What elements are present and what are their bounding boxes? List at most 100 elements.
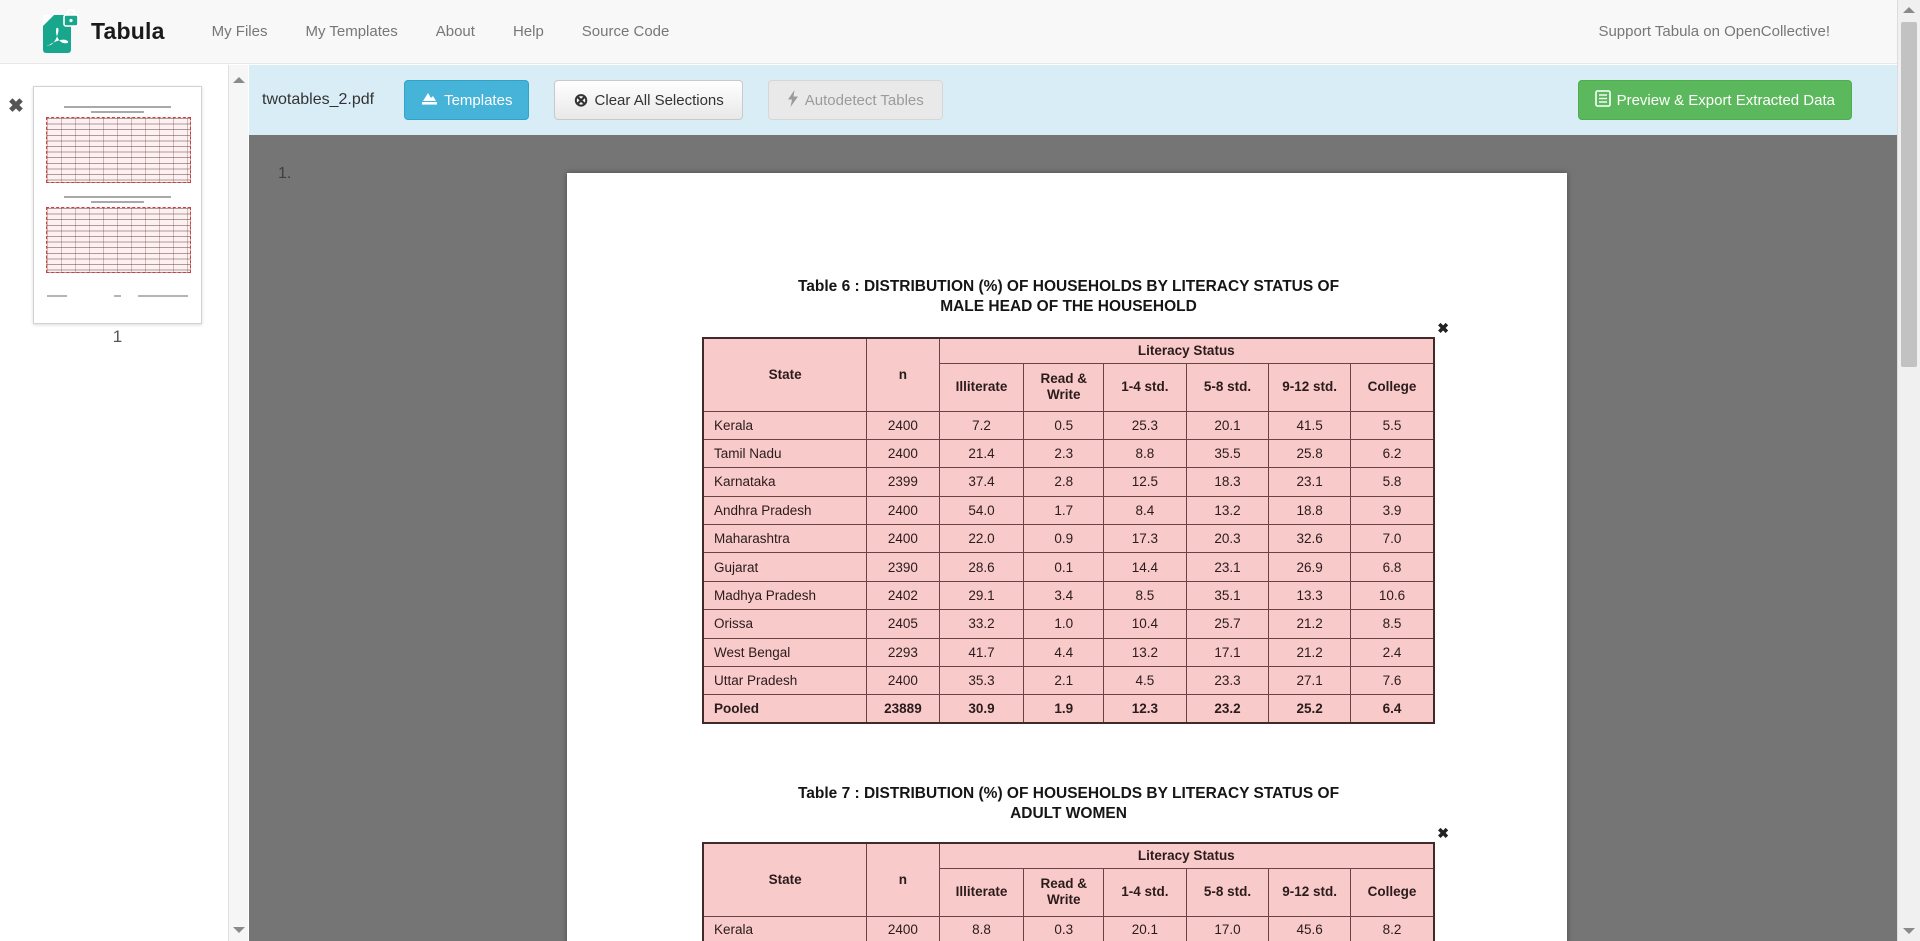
table-cell: Tamil Nadu [703, 439, 867, 467]
table-cell: 22.0 [939, 525, 1024, 553]
table-cell: 23.2 [1186, 695, 1269, 723]
nav-item-my-templates[interactable]: My Templates [286, 23, 416, 40]
table-cell: 8.8 [939, 916, 1024, 941]
table-cell: 2400 [867, 525, 939, 553]
table-cell: 26.9 [1269, 553, 1351, 581]
table-cell: Madhya Pradesh [703, 581, 867, 609]
thumb-title-line [91, 201, 144, 203]
page-scrollbar[interactable] [1897, 0, 1920, 941]
table-cell: 41.7 [939, 638, 1024, 666]
table6-selection-close-icon[interactable]: ✖ [1437, 320, 1449, 337]
support-link[interactable]: Support Tabula on OpenCollective! [1598, 23, 1830, 40]
table-header-cell: 1-4 std. [1104, 363, 1187, 411]
templates-button-label: Templates [444, 92, 512, 109]
pdf-data-table: StatenLiteracy StatusIlliterateRead &Wri… [702, 337, 1435, 724]
preview-export-button[interactable]: Preview & Export Extracted Data [1578, 80, 1852, 120]
nav-item-about[interactable]: About [417, 23, 494, 40]
table-cell: 25.7 [1186, 610, 1269, 638]
table-cell: 18.3 [1186, 468, 1269, 496]
brand-title: Tabula [91, 18, 165, 45]
table-cell: 8.8 [1104, 439, 1187, 467]
table-cell: 25.8 [1269, 439, 1351, 467]
tabula-logo-icon [40, 9, 80, 55]
table7-title-line2: ADULT WOMEN [702, 804, 1435, 824]
table-row: Pooled2388930.91.912.323.225.26.4 [703, 695, 1434, 723]
table-cell: 29.1 [939, 581, 1024, 609]
table-header-cell: 9-12 std. [1269, 363, 1351, 411]
table-cell: 6.2 [1351, 439, 1434, 467]
table-cell: 8.5 [1104, 581, 1187, 609]
clear-all-selections-button[interactable]: ⊗ Clear All Selections [554, 80, 742, 120]
templates-button[interactable]: Templates [404, 80, 529, 120]
nav-links: My Files My Templates About Help Source … [193, 23, 689, 40]
thumbnail-sidebar: ✖ 1 [0, 65, 228, 941]
scroll-up-icon[interactable] [233, 77, 245, 83]
table-cell: 12.3 [1104, 695, 1187, 723]
pdf-data-table: StatenLiteracy StatusIlliterateRead &Wri… [702, 842, 1435, 941]
export-table-icon [1595, 90, 1611, 111]
table-cell: 23.1 [1186, 553, 1269, 581]
table-cell: Karnataka [703, 468, 867, 496]
table-cell: 32.6 [1269, 525, 1351, 553]
thumb-footer-mark [114, 295, 121, 297]
clear-selections-icon: ⊗ [573, 91, 588, 109]
table-cell: 35.3 [939, 667, 1024, 695]
table-cell: 17.3 [1104, 525, 1187, 553]
table-row: West Bengal229341.74.413.217.121.22.4 [703, 638, 1434, 666]
table-header-cell: 9-12 std. [1269, 868, 1351, 916]
table-cell: Orissa [703, 610, 867, 638]
pdf-canvas[interactable]: 1. Table 6 : DISTRIBUTION (%) OF HOUSEHO… [249, 135, 1897, 941]
table-cell: 10.6 [1351, 581, 1434, 609]
table7-selection[interactable]: ✖ StatenLiteracy StatusIlliterateRead &W… [702, 842, 1435, 941]
table-cell: 8.2 [1351, 916, 1434, 941]
scrollbar-thumb[interactable] [1901, 22, 1917, 367]
table-row: Gujarat239028.60.114.423.126.96.8 [703, 553, 1434, 581]
scroll-down-icon[interactable] [1903, 928, 1915, 934]
table-row: Maharashtra240022.00.917.320.332.67.0 [703, 525, 1434, 553]
pdf-page[interactable]: Table 6 : DISTRIBUTION (%) OF HOUSEHOLDS… [567, 173, 1567, 941]
table-cell: 3.9 [1351, 496, 1434, 524]
scroll-down-icon[interactable] [233, 927, 245, 933]
table-cell: 33.2 [939, 610, 1024, 638]
brand[interactable]: Tabula [40, 9, 165, 55]
nav-item-help[interactable]: Help [494, 23, 563, 40]
table6-selection[interactable]: ✖ StatenLiteracy StatusIlliterateRead &W… [702, 337, 1435, 722]
table-cell: Uttar Pradesh [703, 667, 867, 695]
table-cell: 2400 [867, 496, 939, 524]
table-cell: 54.0 [939, 496, 1024, 524]
table-cell: 25.2 [1269, 695, 1351, 723]
table-header-cell: 5-8 std. [1186, 363, 1269, 411]
table-header-cell: Read &Write [1024, 363, 1104, 411]
table-header-cell: Illiterate [939, 363, 1024, 411]
table-cell: 6.4 [1351, 695, 1434, 723]
scroll-up-icon[interactable] [1903, 7, 1915, 13]
table-cell: Gujarat [703, 553, 867, 581]
table-cell: 5.8 [1351, 468, 1434, 496]
table-cell: Kerala [703, 411, 867, 439]
table-cell: 10.4 [1104, 610, 1187, 638]
nav-item-source-code[interactable]: Source Code [563, 23, 689, 40]
sidebar-scrollbar[interactable] [228, 65, 248, 941]
table-cell: 0.5 [1024, 411, 1104, 439]
table-cell: 18.8 [1269, 496, 1351, 524]
table-header-cell: 5-8 std. [1186, 868, 1269, 916]
nav-item-my-files[interactable]: My Files [193, 23, 287, 40]
table-header-cell: State [703, 338, 867, 411]
export-button-label: Preview & Export Extracted Data [1617, 92, 1835, 109]
table-cell: 23.1 [1269, 468, 1351, 496]
table7-title-line1: Table 7 : DISTRIBUTION (%) OF HOUSEHOLDS… [702, 784, 1435, 804]
table-header-cell: Literacy Status [939, 338, 1434, 363]
lightning-bolt-icon [787, 90, 799, 111]
table-row: Kerala24007.20.525.320.141.55.5 [703, 411, 1434, 439]
table7-selection-close-icon[interactable]: ✖ [1437, 825, 1449, 842]
table-cell: 30.9 [939, 695, 1024, 723]
canvas-page-label: 1. [278, 165, 291, 183]
page-thumbnail[interactable] [33, 86, 202, 324]
table-header-cell: College [1351, 868, 1434, 916]
autodetect-tables-button[interactable]: Autodetect Tables [768, 80, 943, 120]
table-header-cell: Illiterate [939, 868, 1024, 916]
remove-page-icon[interactable]: ✖ [8, 97, 24, 116]
table-row: Orissa240533.21.010.425.721.28.5 [703, 610, 1434, 638]
table-cell: 7.2 [939, 411, 1024, 439]
table-header-cell: n [867, 843, 939, 916]
